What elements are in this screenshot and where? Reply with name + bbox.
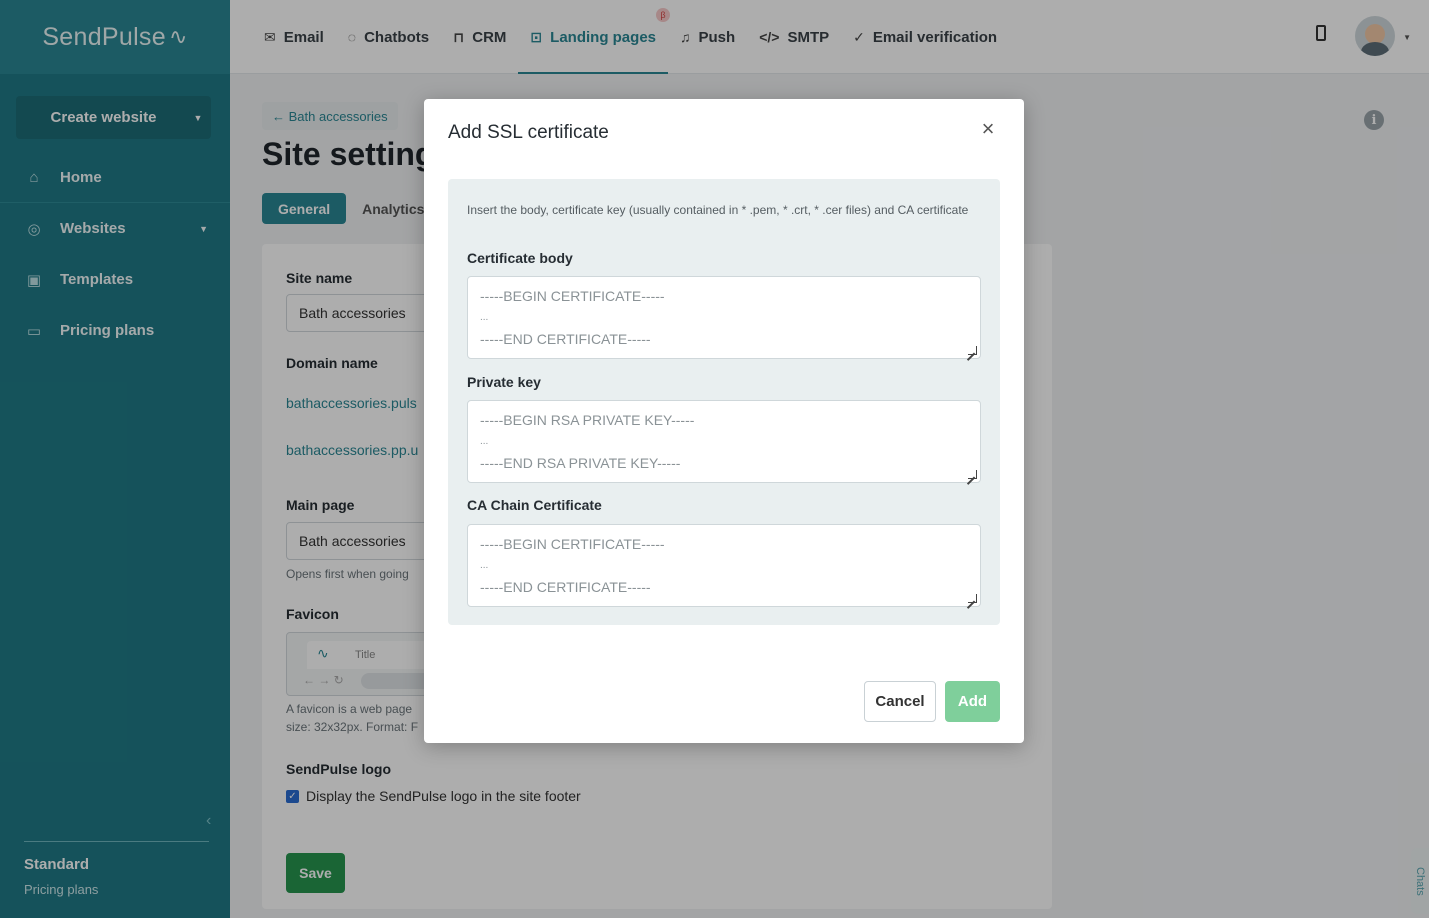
cancel-button[interactable]: Cancel (864, 681, 936, 722)
resize-handle[interactable] (968, 594, 977, 603)
private-key-textarea[interactable]: -----BEGIN RSA PRIVATE KEY----- ... ----… (467, 400, 981, 483)
close-icon[interactable]: × (976, 116, 1000, 141)
modal-intro-text: Insert the body, certificate key (usuall… (467, 203, 969, 217)
add-ssl-certificate-modal: Add SSL certificate × Insert the body, c… (424, 99, 1024, 743)
modal-header: Add SSL certificate × (424, 99, 1024, 166)
add-button[interactable]: Add (945, 681, 1000, 722)
resize-handle[interactable] (968, 346, 977, 355)
resize-handle[interactable] (968, 470, 977, 479)
modal-body: Insert the body, certificate key (usuall… (436, 166, 1012, 642)
ca-chain-certificate-label: CA Chain Certificate (467, 497, 602, 513)
ca-chain-certificate-textarea[interactable]: -----BEGIN CERTIFICATE----- ... -----END… (467, 524, 981, 607)
private-key-label: Private key (467, 374, 541, 390)
certificate-body-label: Certificate body (467, 250, 573, 266)
modal-title: Add SSL certificate (448, 121, 609, 143)
certificate-form: Insert the body, certificate key (usuall… (448, 179, 1000, 625)
certificate-body-textarea[interactable]: -----BEGIN CERTIFICATE----- ... -----END… (467, 276, 981, 359)
